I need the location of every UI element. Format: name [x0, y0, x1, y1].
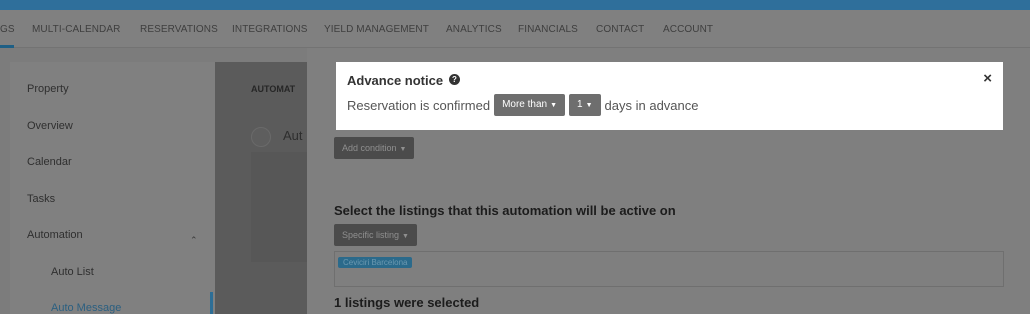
sidebar-item-overview[interactable]: Overview	[27, 120, 73, 132]
sidebar-item-property[interactable]: Property	[27, 83, 69, 95]
comparison-label: More than	[502, 99, 548, 110]
help-icon[interactable]: ?	[449, 74, 460, 85]
days-number-label: 1	[577, 99, 583, 110]
nav-active-indicator	[0, 45, 14, 48]
caret-down-icon: ▼	[550, 102, 558, 109]
caret-down-icon: ▼	[402, 233, 409, 240]
nav-item-account[interactable]: ACCOUNT	[663, 24, 713, 35]
condition-suffix: days in advance	[604, 97, 699, 113]
panel-card	[251, 152, 307, 262]
top-accent-bar	[0, 0, 1030, 10]
selected-count-text: 1 listings were selected	[334, 295, 480, 310]
nav-item-integrations[interactable]: INTEGRATIONS	[232, 24, 307, 35]
sidebar: Property Overview Calendar Tasks Automat…	[10, 62, 215, 314]
condition-prefix: Reservation is confirmed	[347, 97, 491, 113]
specific-listing-dropdown[interactable]: Specific listing ▼	[334, 224, 417, 246]
nav-item-settings[interactable]: GS	[0, 24, 15, 35]
nav-item-yield-management[interactable]: YIELD MANAGEMENT	[324, 24, 429, 35]
comparison-dropdown[interactable]: More than ▼	[494, 94, 566, 116]
chevron-up-icon[interactable]: ⌃	[190, 235, 198, 246]
nav-item-multi-calendar[interactable]: MULTI-CALENDAR	[32, 24, 120, 35]
listings-section-title: Select the listings that this automation…	[334, 203, 676, 218]
automation-item-label[interactable]: Aut	[283, 128, 303, 143]
nav-item-reservations[interactable]: RESERVATIONS	[140, 24, 218, 35]
close-icon[interactable]: ×	[983, 70, 992, 87]
selected-listings-box[interactable]: Ceviciri Barcelona	[334, 251, 1004, 287]
days-number-dropdown[interactable]: 1 ▼	[569, 94, 601, 116]
panel-header: AUTOMAT	[251, 84, 296, 94]
radio-toggle[interactable]	[251, 127, 271, 147]
specific-listing-label: Specific listing	[342, 230, 400, 240]
advance-notice-popover: Advance notice ? × Reservation is confir…	[336, 62, 1003, 130]
sidebar-item-calendar[interactable]: Calendar	[27, 156, 72, 168]
caret-down-icon: ▼	[399, 146, 407, 153]
main-nav: GS MULTI-CALENDAR RESERVATIONS INTEGRATI…	[0, 10, 1030, 48]
add-condition-button[interactable]: Add condition ▼	[334, 137, 415, 159]
sidebar-item-auto-list[interactable]: Auto List	[51, 266, 94, 278]
listing-tag[interactable]: Ceviciri Barcelona	[338, 257, 413, 268]
add-condition-label: Add condition	[342, 143, 397, 153]
sidebar-active-indicator	[210, 292, 213, 314]
condition-row: Reservation is confirmed More than ▼ 1 ▼ d…	[347, 93, 698, 117]
nav-item-analytics[interactable]: ANALYTICS	[446, 24, 502, 35]
caret-down-icon: ▼	[585, 102, 593, 109]
automation-list-panel: AUTOMAT Aut	[215, 62, 307, 314]
modal-title: Advance notice	[347, 73, 444, 88]
sidebar-item-automation[interactable]: Automation	[27, 229, 83, 241]
sidebar-item-auto-message[interactable]: Auto Message	[51, 302, 121, 314]
sidebar-item-tasks[interactable]: Tasks	[27, 193, 55, 205]
nav-item-contact[interactable]: CONTACT	[596, 24, 644, 35]
nav-item-financials[interactable]: FINANCIALS	[518, 24, 578, 35]
